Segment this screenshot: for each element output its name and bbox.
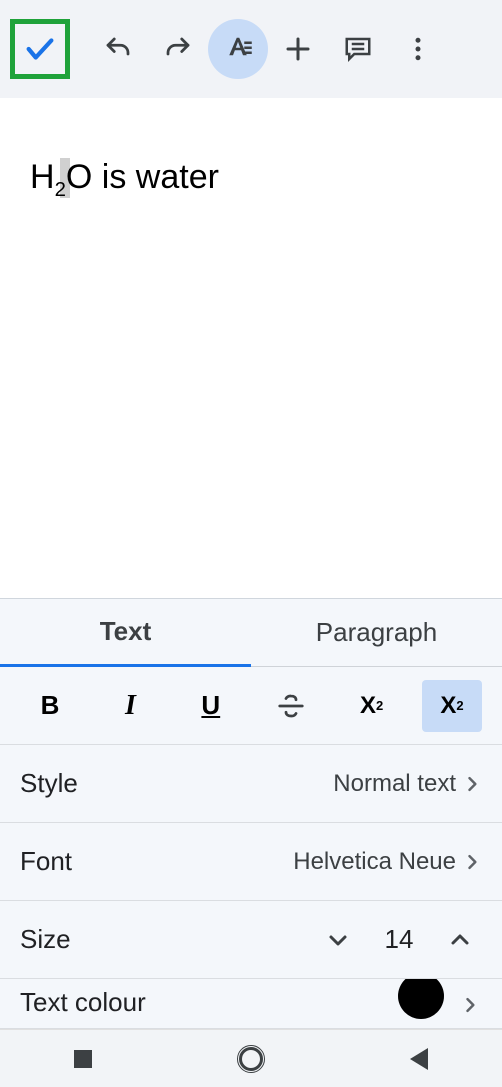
chevron-right-icon: [460, 995, 480, 1015]
system-nav-bar: [0, 1029, 502, 1087]
size-row: Size 14: [0, 901, 502, 979]
document-text: H2O is water: [30, 158, 472, 202]
size-label: Size: [20, 924, 316, 955]
circle-icon: [239, 1047, 263, 1071]
superscript-label: X: [360, 692, 376, 720]
undo-icon: [103, 34, 133, 64]
editor-toolbar: [0, 0, 502, 98]
text-format-icon: [223, 34, 253, 64]
font-label: Font: [20, 846, 293, 877]
doc-text-pre: H: [30, 158, 55, 196]
subscript-sub: 2: [456, 698, 463, 713]
chevron-up-icon: [448, 928, 472, 952]
superscript-sup: 2: [376, 698, 383, 713]
style-row[interactable]: Style Normal text: [0, 745, 502, 823]
font-value-text: Helvetica Neue: [293, 848, 456, 876]
nav-recent-button[interactable]: [74, 1050, 92, 1068]
strikethrough-icon: [276, 691, 306, 721]
undo-button[interactable]: [88, 19, 148, 79]
more-vert-icon: [403, 34, 433, 64]
text-colour-row[interactable]: Text colour: [0, 979, 502, 1029]
inline-format-row: B I U X2 X2: [0, 667, 502, 745]
redo-icon: [163, 34, 193, 64]
chevron-right-icon: [462, 852, 482, 872]
subscript-button[interactable]: X2: [422, 680, 482, 732]
insert-button[interactable]: [268, 19, 328, 79]
redo-button[interactable]: [148, 19, 208, 79]
tab-text[interactable]: Text: [0, 599, 251, 667]
chevron-right-icon: [462, 774, 482, 794]
more-button[interactable]: [388, 19, 448, 79]
triangle-left-icon: [410, 1048, 428, 1070]
size-decrease-button[interactable]: [316, 918, 360, 962]
plus-icon: [283, 34, 313, 64]
format-panel: Text Paragraph B I U X2 X2 Style Normal …: [0, 598, 502, 1029]
text-format-button[interactable]: [208, 19, 268, 79]
italic-button[interactable]: I: [100, 680, 160, 732]
check-icon: [23, 32, 57, 66]
text-colour-chevron: [448, 983, 492, 1027]
style-value-text: Normal text: [333, 770, 456, 798]
document-canvas[interactable]: H2O is water: [0, 98, 502, 598]
confirm-button[interactable]: [10, 19, 70, 79]
chevron-down-icon: [326, 928, 350, 952]
size-increase-button[interactable]: [438, 918, 482, 962]
comment-icon: [343, 34, 373, 64]
style-value: Normal text: [333, 770, 482, 798]
style-label: Style: [20, 768, 333, 799]
panel-tabs: Text Paragraph: [0, 599, 502, 667]
doc-text-sub: 2: [55, 179, 66, 201]
comment-button[interactable]: [328, 19, 388, 79]
doc-text-post: O is water: [66, 158, 219, 196]
size-value[interactable]: 14: [374, 924, 424, 955]
underline-button[interactable]: U: [181, 680, 241, 732]
bold-button[interactable]: B: [20, 680, 80, 732]
strikethrough-button[interactable]: [261, 680, 321, 732]
nav-back-button[interactable]: [410, 1048, 428, 1070]
square-icon: [74, 1050, 92, 1068]
tab-paragraph[interactable]: Paragraph: [251, 599, 502, 667]
font-row[interactable]: Font Helvetica Neue: [0, 823, 502, 901]
nav-home-button[interactable]: [239, 1047, 263, 1071]
superscript-button[interactable]: X2: [342, 680, 402, 732]
font-value: Helvetica Neue: [293, 848, 482, 876]
subscript-label: X: [440, 692, 456, 720]
